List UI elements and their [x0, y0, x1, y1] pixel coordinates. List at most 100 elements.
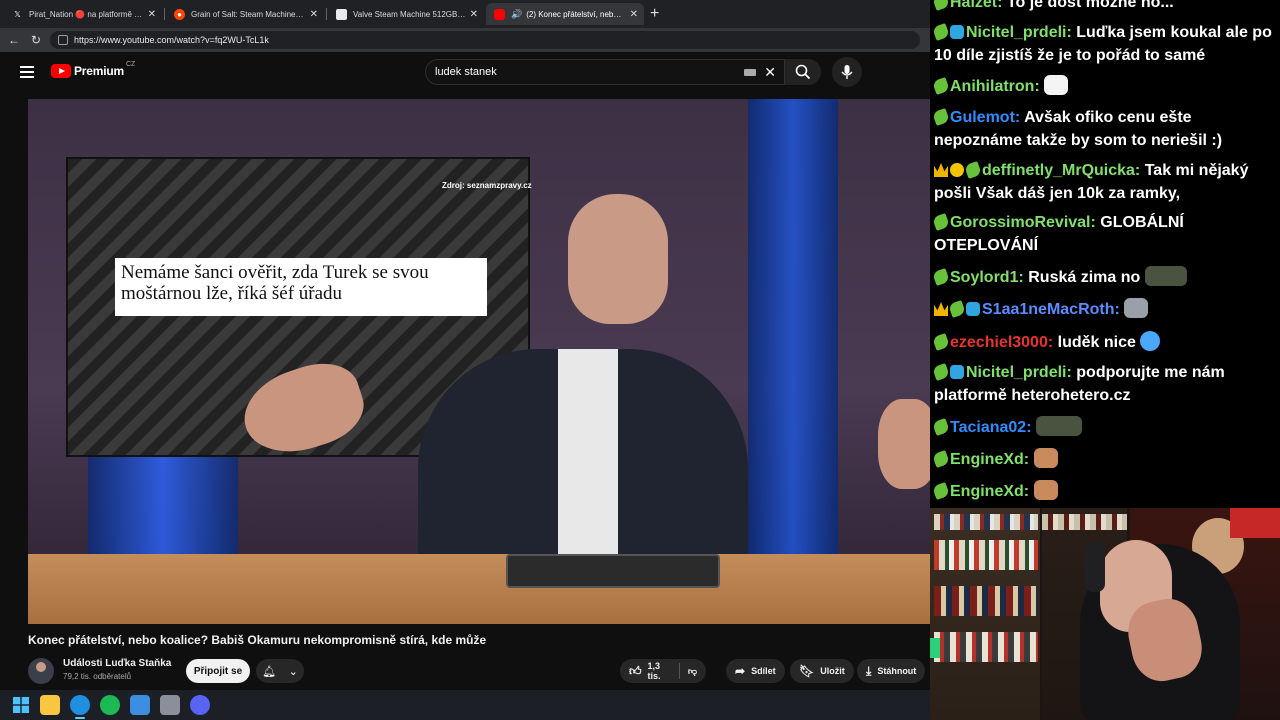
- chat-username[interactable]: Nicitel_prdeli:: [966, 24, 1072, 41]
- tablet: [506, 554, 720, 588]
- badge-icon: [932, 213, 950, 231]
- youtube-logo[interactable]: Premium CZ: [51, 61, 135, 78]
- share-icon: ➦: [735, 664, 746, 678]
- chat-username[interactable]: Soylord1:: [950, 269, 1024, 286]
- close-tab-icon[interactable]: ✕: [470, 9, 478, 20]
- chat-username[interactable]: Anihilatron:: [950, 78, 1040, 95]
- join-button[interactable]: Připojit se: [186, 659, 250, 683]
- chat-username[interactable]: Nicitel_prdeli:: [966, 364, 1072, 381]
- chat-username[interactable]: deffinetly_MrQuicka:: [982, 162, 1140, 179]
- discord-icon[interactable]: [190, 695, 210, 715]
- chat-message: ezechiel3000: luděk nice: [932, 331, 1276, 354]
- x-logo-icon: 𝕏: [14, 9, 21, 19]
- tab-label: Pirat_Nation 🔴 na platformě X: „: [29, 9, 144, 19]
- keyboard-icon[interactable]: [744, 69, 756, 76]
- voice-search-button[interactable]: [832, 57, 862, 87]
- browser-tab-x[interactable]: 𝕏 Pirat_Nation 🔴 na platformě X: „ ✕: [4, 3, 162, 25]
- badge-icon: [932, 77, 950, 95]
- chat-username[interactable]: Gulemot:: [950, 109, 1020, 126]
- chat-username[interactable]: GorossimoRevival:: [950, 214, 1096, 231]
- source-label: Zdroj: seznamzpravy.cz: [442, 181, 532, 190]
- like-icon[interactable]: 👍︎: [629, 664, 642, 679]
- chat-message: Halzet: To je dost možné no...: [932, 0, 1276, 14]
- chat-text: Ruská zima no: [1028, 269, 1141, 286]
- close-tab-icon[interactable]: ✕: [310, 9, 318, 20]
- new-tab-button[interactable]: +: [650, 5, 659, 23]
- chat-message: GorossimoRevival: GLOBÁLNÍ OTEPLOVÁNÍ: [932, 211, 1276, 257]
- calculator-icon[interactable]: [160, 695, 180, 715]
- browser-toolbar: ← ↻ https://www.youtube.com/watch?v=fq2W…: [0, 28, 930, 52]
- download-button[interactable]: ⤓ Stáhnout: [857, 659, 926, 683]
- close-tab-icon[interactable]: ✕: [148, 9, 156, 20]
- tab-label: Grain of Salt: Steam Machine Price: [191, 9, 306, 19]
- close-tab-icon[interactable]: ✕: [630, 9, 638, 20]
- video-title: Konec přátelství, nebo koalice? Babiš Ok…: [28, 633, 487, 647]
- like-count[interactable]: 1,3 tis.: [648, 661, 671, 681]
- reload-icon[interactable]: ↻: [31, 33, 41, 47]
- chat-username[interactable]: EngineXd:: [950, 483, 1029, 500]
- browser-tab-steam[interactable]: Valve Steam Machine 512GB - Sm ✕: [328, 3, 484, 25]
- bookmark-icon: 🔖︎: [799, 664, 815, 678]
- dislike-icon[interactable]: 👎︎: [688, 666, 697, 677]
- chat-username[interactable]: Halzet:: [950, 0, 1002, 11]
- notepad-icon[interactable]: [130, 695, 150, 715]
- clear-search-icon[interactable]: ✕: [764, 64, 776, 81]
- chat-username[interactable]: EngineXd:: [950, 451, 1029, 468]
- desk: [28, 554, 930, 624]
- file-explorer-icon[interactable]: [40, 695, 60, 715]
- chat-message: deffinetly_MrQuicka: Tak mi nějaký pošli…: [934, 159, 1276, 205]
- bell-icon: 🔔︎: [262, 665, 277, 678]
- logo-text: Premium: [74, 64, 124, 78]
- badge-icon: [932, 0, 950, 11]
- emote-icon: [1044, 75, 1069, 95]
- badge-icon: [932, 108, 950, 126]
- search-input[interactable]: ludek stanek ✕: [425, 59, 785, 85]
- hamburger-menu-icon[interactable]: [20, 66, 34, 78]
- chat-message: Anihilatron:: [932, 75, 1276, 98]
- chat-message: Soylord1: Ruská zima no: [932, 266, 1276, 289]
- chat-message: Gulemot: Avšak ofiko cenu ešte nepoznáme…: [932, 106, 1276, 152]
- speaker-icon[interactable]: 🔊: [511, 9, 522, 20]
- back-icon[interactable]: ←: [8, 33, 20, 47]
- chat-message: Nicitel_prdeli: podporujte me nám platfo…: [932, 361, 1276, 407]
- save-button[interactable]: 🔖︎ Uložit: [790, 659, 854, 683]
- sunglasses-emote-icon: [1033, 448, 1058, 468]
- subscriber-count: 79,2 tis. odběratelů: [63, 672, 132, 681]
- badge-icon: [950, 25, 964, 39]
- emote-icon: [1124, 298, 1149, 318]
- video-player[interactable]: Zdroj: seznamzpravy.cz Nemáme šanci ověř…: [28, 99, 930, 624]
- video-overlay-caption: Nemáme šanci ověřit, zda Turek se svou m…: [115, 258, 487, 316]
- save-label: Uložit: [820, 666, 845, 676]
- site-info-icon[interactable]: [58, 35, 68, 45]
- address-bar[interactable]: https://www.youtube.com/watch?v=fq2WU-Tc…: [50, 31, 920, 49]
- share-button[interactable]: ➦ Sdílet: [726, 659, 785, 683]
- badge-icon: [932, 363, 950, 381]
- badge-icon: [932, 333, 950, 351]
- tab-label: (2) Konec přátelství, nebo koa: [526, 9, 626, 19]
- chat-message: EngineXd:: [932, 448, 1276, 471]
- search-button[interactable]: [785, 59, 821, 85]
- channel-avatar[interactable]: [28, 658, 54, 684]
- headphones-icon: [1085, 542, 1105, 592]
- chevron-down-icon: ⌄: [288, 665, 298, 678]
- channel-name[interactable]: Události Luďka Staňka: [63, 658, 171, 669]
- edge-browser-icon[interactable]: [70, 695, 90, 715]
- browser-tab-youtube[interactable]: 🔊 (2) Konec přátelství, nebo koa ✕: [486, 3, 644, 25]
- windows-taskbar: [0, 690, 930, 720]
- notifications-button[interactable]: 🔔︎ ⌄: [256, 659, 304, 683]
- badge-icon: [932, 268, 950, 286]
- share-label: Sdílet: [751, 666, 776, 676]
- stream-chat: Halzet: To je dost možné no... Nicitel_p…: [930, 0, 1280, 508]
- badge-icon: [950, 365, 964, 379]
- spotify-icon[interactable]: [100, 695, 120, 715]
- sunglasses-emote-icon: [1033, 480, 1058, 500]
- chat-username[interactable]: Taciana02:: [950, 419, 1032, 436]
- windows-start-icon[interactable]: [11, 695, 31, 715]
- browser-tab-reddit[interactable]: ● Grain of Salt: Steam Machine Price ✕: [166, 3, 324, 25]
- chat-username[interactable]: ezechiel3000:: [950, 334, 1053, 351]
- chat-username[interactable]: S1aa1neMacRoth:: [982, 301, 1120, 318]
- tab-label: Valve Steam Machine 512GB - Sm: [353, 9, 466, 19]
- url-text: https://www.youtube.com/watch?v=fq2WU-Tc…: [74, 35, 269, 45]
- chat-text: To je dost možné no...: [1006, 0, 1174, 11]
- microphone-icon: [841, 65, 853, 79]
